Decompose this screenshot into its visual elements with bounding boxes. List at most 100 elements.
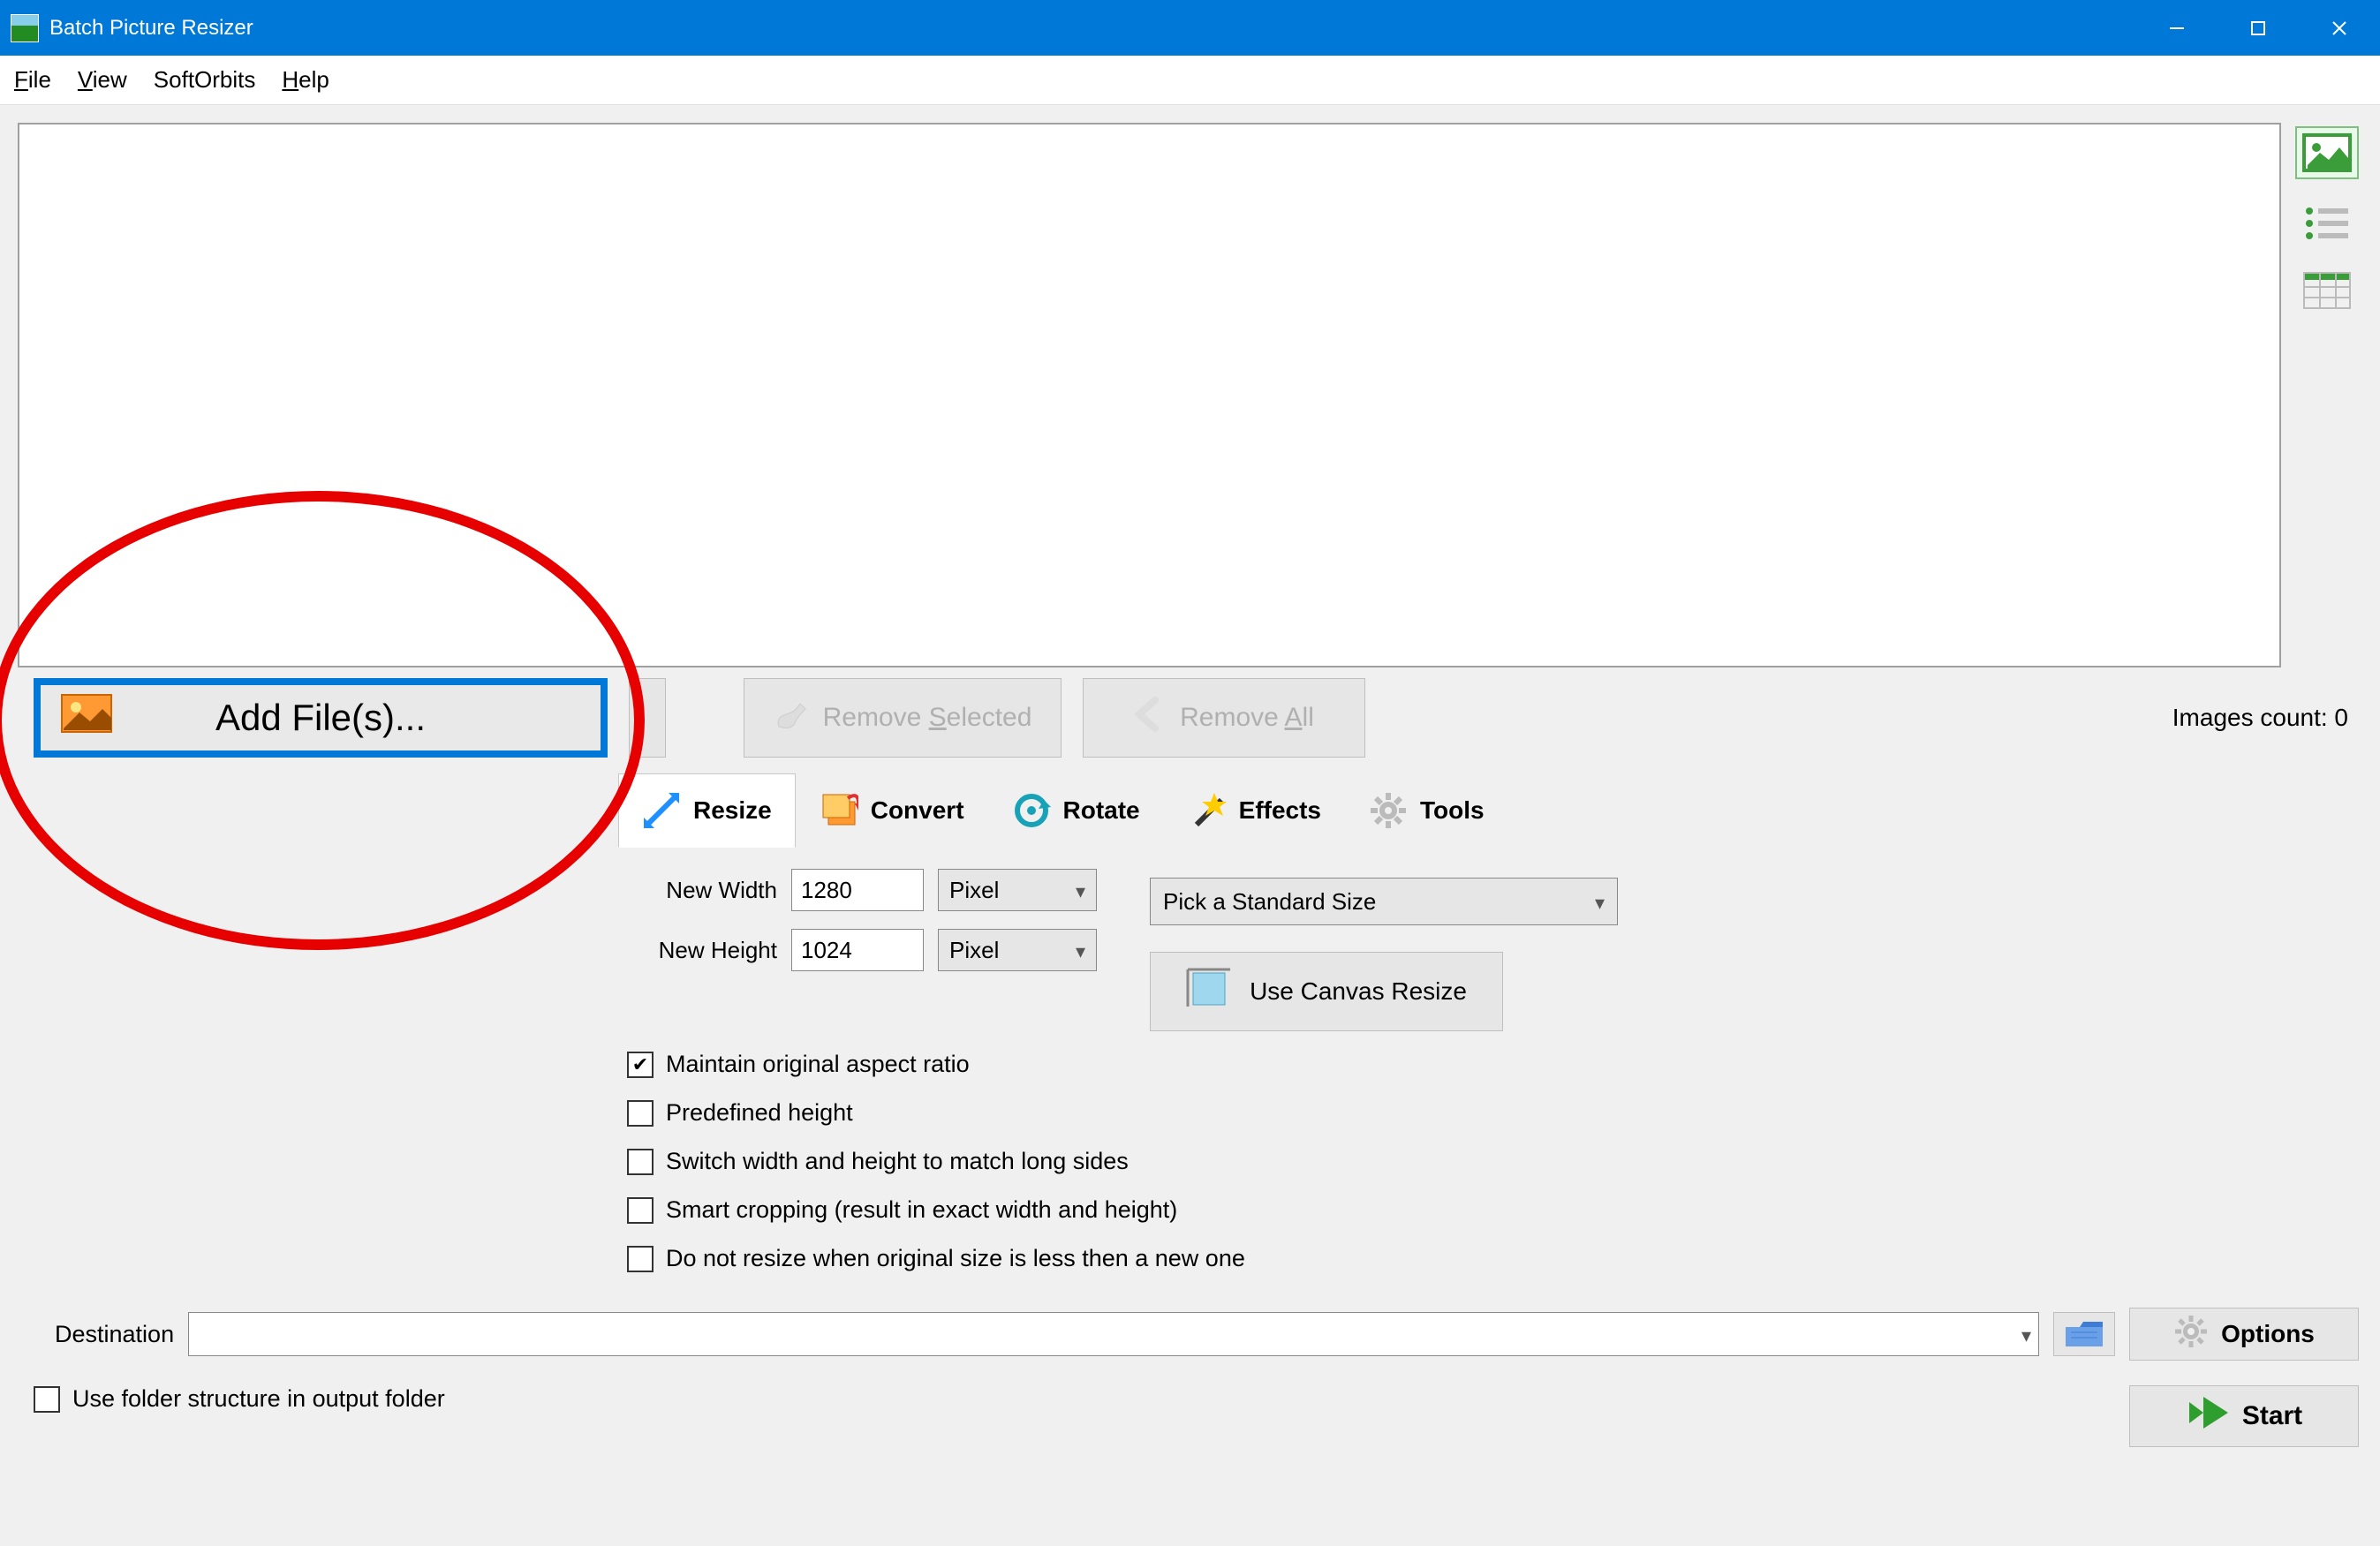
- checkbox-icon: [627, 1149, 654, 1175]
- width-row: New Width Pixel: [627, 869, 1097, 911]
- picture-icon: [60, 693, 113, 743]
- tabs: Resize Convert Rotate Effects Tools: [0, 758, 2380, 848]
- resize-form: New Width Pixel New Height Pixel Pick a …: [0, 848, 2380, 1031]
- list-icon: [2302, 204, 2352, 239]
- effects-icon: [1188, 791, 1227, 830]
- bottom-row: Use folder structure in output folder St…: [0, 1361, 2380, 1447]
- options-button[interactable]: Options: [2129, 1308, 2359, 1361]
- add-files-label: Add File(s)...: [215, 697, 426, 739]
- start-button[interactable]: Start: [2129, 1385, 2359, 1447]
- width-unit-select[interactable]: Pixel: [938, 869, 1097, 911]
- remove-selected-button[interactable]: Remove Selected: [744, 678, 1062, 758]
- chk-switch-label: Switch width and height to match long si…: [666, 1148, 1129, 1175]
- chk-no-upscale[interactable]: Do not resize when original size is less…: [627, 1245, 2362, 1272]
- play-icon: [2186, 1395, 2230, 1437]
- titlebar: Batch Picture Resizer: [0, 0, 2380, 56]
- use-canvas-resize-button[interactable]: Use Canvas Resize: [1150, 952, 1503, 1031]
- app-icon: [11, 14, 39, 42]
- maximize-button[interactable]: [2218, 0, 2299, 56]
- close-button[interactable]: [2299, 0, 2380, 56]
- menubar: File View SoftOrbits Help: [0, 56, 2380, 105]
- workspace: [0, 105, 2380, 667]
- height-label: New Height: [627, 937, 777, 964]
- width-input[interactable]: [791, 869, 924, 911]
- options-label: Options: [2221, 1320, 2315, 1348]
- minimize-icon: [2168, 19, 2186, 37]
- menu-file[interactable]: File: [14, 66, 51, 94]
- thumbnails-icon: [2302, 133, 2352, 172]
- width-label: New Width: [627, 877, 777, 904]
- remove-selected-label: Remove Selected: [823, 703, 1032, 733]
- destination-row: Destination Options: [0, 1272, 2380, 1361]
- tab-rotate[interactable]: Rotate: [988, 773, 1164, 848]
- canvas-resize-label: Use Canvas Resize: [1250, 977, 1467, 1006]
- resize-icon: [642, 791, 681, 830]
- tools-icon: [1369, 791, 1408, 830]
- checkbox-icon: [627, 1246, 654, 1272]
- checkbox-icon: ✔: [627, 1052, 654, 1078]
- chk-smart-cropping[interactable]: Smart cropping (result in exact width an…: [627, 1196, 2362, 1224]
- chk-folder-structure[interactable]: Use folder structure in output folder: [34, 1385, 445, 1413]
- destination-combo[interactable]: [188, 1312, 2039, 1356]
- tab-convert[interactable]: Convert: [796, 773, 988, 848]
- height-unit-select[interactable]: Pixel: [938, 929, 1097, 971]
- view-grid-button[interactable]: [2295, 264, 2359, 317]
- tab-effects-label: Effects: [1239, 796, 1321, 825]
- tab-convert-label: Convert: [871, 796, 964, 825]
- browse-button[interactable]: [2053, 1312, 2115, 1356]
- resize-options: ✔ Maintain original aspect ratio Predefi…: [0, 1031, 2380, 1272]
- minimize-button[interactable]: [2136, 0, 2218, 56]
- menu-help[interactable]: Help: [282, 66, 329, 94]
- chevron-down-icon: [2021, 1321, 2031, 1348]
- menu-view[interactable]: View: [78, 66, 127, 94]
- remove-all-button[interactable]: Remove All: [1083, 678, 1365, 758]
- tab-resize[interactable]: Resize: [618, 773, 796, 848]
- view-thumbnails-button[interactable]: [2295, 126, 2359, 179]
- chk-predefined-height[interactable]: Predefined height: [627, 1099, 2362, 1127]
- images-count-label: Images count: 0: [2172, 704, 2362, 732]
- brush-icon: [774, 697, 809, 739]
- grid-icon: [2302, 271, 2352, 310]
- chk-folder-struct-label: Use folder structure in output folder: [72, 1385, 445, 1413]
- tab-tools[interactable]: Tools: [1345, 773, 1508, 848]
- checkbox-icon: [627, 1197, 654, 1224]
- gear-icon: [2173, 1314, 2209, 1355]
- destination-label: Destination: [55, 1321, 174, 1348]
- add-folder-button-edge[interactable]: [629, 678, 666, 758]
- maximize-icon: [2250, 20, 2266, 36]
- chevron-down-icon: [1595, 888, 1605, 916]
- tab-rotate-label: Rotate: [1063, 796, 1140, 825]
- chevron-down-icon: [1076, 937, 1085, 964]
- file-toolbar: Add File(s)... Remove Selected Remove Al…: [0, 667, 2380, 758]
- chk-predef-label: Predefined height: [666, 1099, 853, 1127]
- view-list-button[interactable]: [2295, 195, 2359, 248]
- back-arrow-icon: [1134, 697, 1166, 739]
- rotate-icon: [1012, 791, 1051, 830]
- window-controls: [2136, 0, 2380, 56]
- tab-effects[interactable]: Effects: [1164, 773, 1345, 848]
- chk-aspect-label: Maintain original aspect ratio: [666, 1051, 970, 1078]
- image-canvas[interactable]: [18, 123, 2281, 667]
- add-files-button[interactable]: Add File(s)...: [34, 678, 608, 758]
- chk-smart-label: Smart cropping (result in exact width an…: [666, 1196, 1177, 1224]
- folder-icon: [2064, 1318, 2104, 1350]
- chk-switch-wh[interactable]: Switch width and height to match long si…: [627, 1148, 2362, 1175]
- view-mode-icons: [2295, 123, 2362, 667]
- height-row: New Height Pixel: [627, 929, 1097, 971]
- chk-maintain-aspect[interactable]: ✔ Maintain original aspect ratio: [627, 1051, 2362, 1078]
- remove-all-label: Remove All: [1180, 703, 1314, 733]
- convert-icon: [820, 791, 858, 830]
- chevron-down-icon: [1076, 877, 1085, 904]
- height-input[interactable]: [791, 929, 924, 971]
- tab-tools-label: Tools: [1420, 796, 1485, 825]
- menu-softorbits[interactable]: SoftOrbits: [154, 66, 256, 94]
- dimensions-column: New Width Pixel New Height Pixel: [627, 869, 1097, 1031]
- size-extras-column: Pick a Standard Size Use Canvas Resize: [1150, 869, 1618, 1031]
- checkbox-icon: [627, 1100, 654, 1127]
- standard-size-select[interactable]: Pick a Standard Size: [1150, 878, 1618, 925]
- tab-resize-label: Resize: [693, 796, 772, 825]
- checkbox-icon: [34, 1386, 60, 1413]
- start-label: Start: [2242, 1401, 2302, 1431]
- window-title: Batch Picture Resizer: [49, 16, 2136, 41]
- chk-noresize-label: Do not resize when original size is less…: [666, 1245, 1245, 1272]
